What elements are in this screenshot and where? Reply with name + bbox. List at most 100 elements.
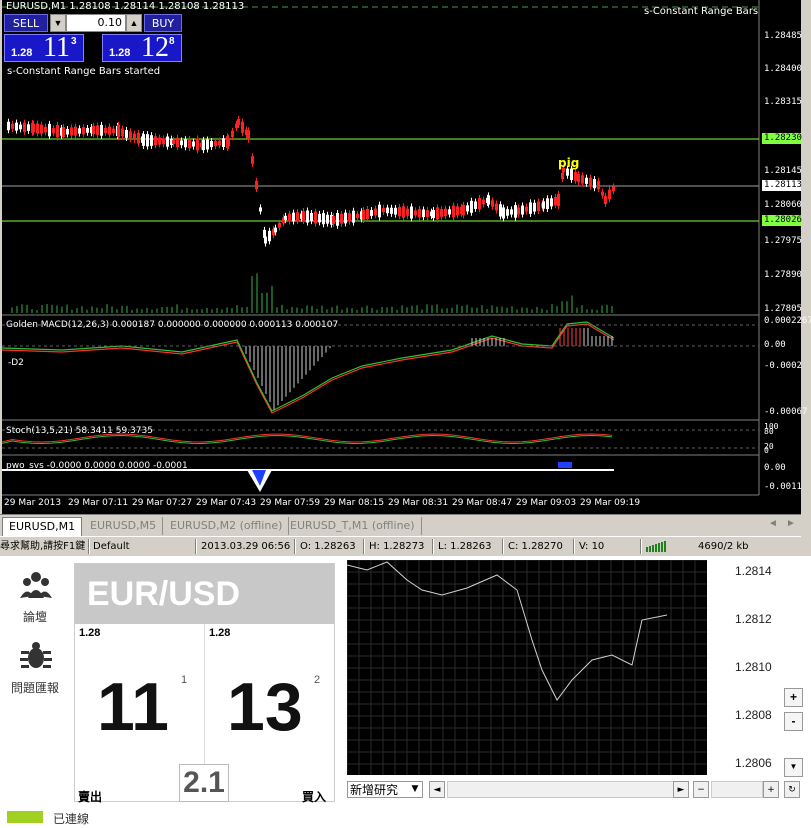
sell-quote-small: 1.28 (79, 627, 101, 639)
candle-body (542, 201, 545, 209)
candle-body (514, 205, 517, 218)
candle-body (184, 139, 187, 148)
candle-body (306, 210, 309, 223)
sell-price-box[interactable]: 1.28 11 3 (4, 33, 84, 63)
buy-price-box[interactable]: 1.28 12 8 (102, 33, 182, 63)
candle-body (482, 199, 485, 205)
candle-body (100, 124, 103, 136)
zoom-in-button[interactable]: + (784, 688, 803, 707)
horizontal-scrollbar[interactable] (447, 781, 675, 798)
candle-body (129, 131, 132, 140)
lots-increase-icon[interactable]: ▲ (126, 14, 142, 32)
candle-body (302, 211, 305, 221)
candle-body (466, 205, 469, 212)
candle-body (406, 208, 409, 216)
mini-tick: 1.2810 (735, 660, 772, 674)
pwo-label: pwo_svs -0.0000 0.0000 0.0000 -0.0001 (6, 461, 188, 471)
reset-icon[interactable]: ↻ (784, 781, 800, 798)
scroll-left-icon[interactable]: ◄ (429, 781, 445, 798)
price-chart[interactable]: EURUSD,M1 1.28108 1.28114 1.28108 1.2811… (2, 0, 811, 514)
time-tick-label: 29 Mar 08:15 (324, 498, 385, 508)
zoom-out-button[interactable]: - (784, 712, 803, 731)
sidebar-item-forum[interactable]: 論壇 (0, 608, 70, 625)
mini-tick: 1.2808 (735, 708, 772, 722)
status-high: H: 1.28273 (369, 541, 425, 552)
macd-tick-label: -0.00067 (764, 407, 808, 417)
pwo-tick-label: -0.0011 (764, 482, 802, 492)
candle-body (525, 206, 528, 212)
candle-body (7, 121, 10, 131)
candle-body (348, 213, 351, 222)
zoom-out-horizontal-button[interactable]: − (693, 781, 709, 798)
buy-price-sup: 8 (169, 36, 175, 47)
candle-body (474, 201, 477, 209)
price-tick-label: 1.27805 (764, 304, 802, 314)
candle-body (570, 168, 573, 180)
time-tick-label: 29 Mar 09:03 (516, 498, 577, 508)
candle-body (231, 130, 234, 138)
mini-chart[interactable] (346, 559, 707, 775)
dropdown-arrow-icon[interactable]: ▼ (407, 781, 423, 798)
tab-scroll-right-icon[interactable]: ► (786, 518, 796, 529)
candle-body (370, 210, 373, 216)
candle-body (196, 138, 199, 151)
status-low: L: 1.28263 (438, 541, 492, 552)
candle-body (593, 178, 596, 189)
forum-icon[interactable] (18, 568, 54, 604)
scroll-right-icon[interactable]: ► (673, 781, 689, 798)
status-help: 尋求幫助,請按F1鍵 (0, 541, 86, 552)
trading-terminal: EURUSD,M1 1.28108 1.28114 1.28108 1.2811… (0, 0, 811, 556)
candle-body (604, 195, 607, 205)
connection-bars-icon (646, 541, 670, 552)
candle-body (557, 194, 560, 206)
tab-eurusd-t-m1-offline[interactable]: EURUSD_T,M1 (offline) (284, 517, 422, 535)
candle-body (310, 213, 313, 222)
candle-body (121, 128, 124, 137)
candle-body (27, 124, 30, 131)
scroll-down-icon[interactable]: ▼ (784, 758, 803, 777)
candle-body (176, 137, 179, 148)
tab-scroll-left-icon[interactable]: ◄ (768, 518, 778, 529)
buy-button[interactable]: BUY (144, 14, 182, 32)
candle-body (78, 128, 81, 134)
candle-body (470, 200, 473, 213)
candle-body (608, 189, 611, 200)
candle-body (426, 210, 429, 218)
sell-button[interactable]: SELL (4, 14, 48, 32)
price-tick-label: 1.28113 (762, 180, 802, 191)
candle-body (398, 206, 401, 217)
connection-indicator (7, 811, 43, 823)
candle-body (585, 177, 588, 184)
candle-body (322, 213, 325, 225)
zoom-in-horizontal-button[interactable]: + (763, 781, 779, 798)
tab-eurusd-m5[interactable]: EURUSD,M5 (84, 517, 164, 535)
candle-body (142, 134, 145, 146)
status-close: C: 1.28270 (508, 541, 563, 552)
candle-body (133, 133, 136, 140)
lots-input[interactable]: 0.10 (66, 14, 126, 32)
candle-body (146, 134, 149, 147)
tab-eurusd-m2-offline[interactable]: EURUSD,M2 (offline) (164, 517, 290, 535)
candle-body (478, 197, 481, 210)
zoom-slider[interactable] (711, 781, 763, 798)
status-open: O: 1.28263 (300, 541, 356, 552)
candle-body (255, 180, 258, 190)
candle-body (456, 206, 459, 216)
candle-body (378, 204, 381, 218)
candle-body (52, 128, 55, 134)
bug-report-icon[interactable] (18, 638, 54, 674)
price-tick-label: 1.27890 (764, 270, 802, 280)
candle-body (362, 210, 365, 220)
chart-canvas (2, 0, 760, 496)
pig-annotation: pig (558, 156, 580, 170)
candle-body (318, 213, 321, 223)
tab-eurusd-m1[interactable]: EURUSD,M1 (2, 517, 83, 536)
candle-body (56, 124, 59, 138)
candle-body (414, 210, 417, 216)
candle-body (237, 118, 240, 126)
candle-body (104, 127, 107, 134)
candle-body (268, 230, 271, 242)
lots-decrease-icon[interactable]: ▼ (50, 14, 66, 32)
spread-value: 2.1 (179, 764, 229, 802)
sidebar-item-bug-report[interactable]: 問題匯報 (0, 679, 70, 696)
